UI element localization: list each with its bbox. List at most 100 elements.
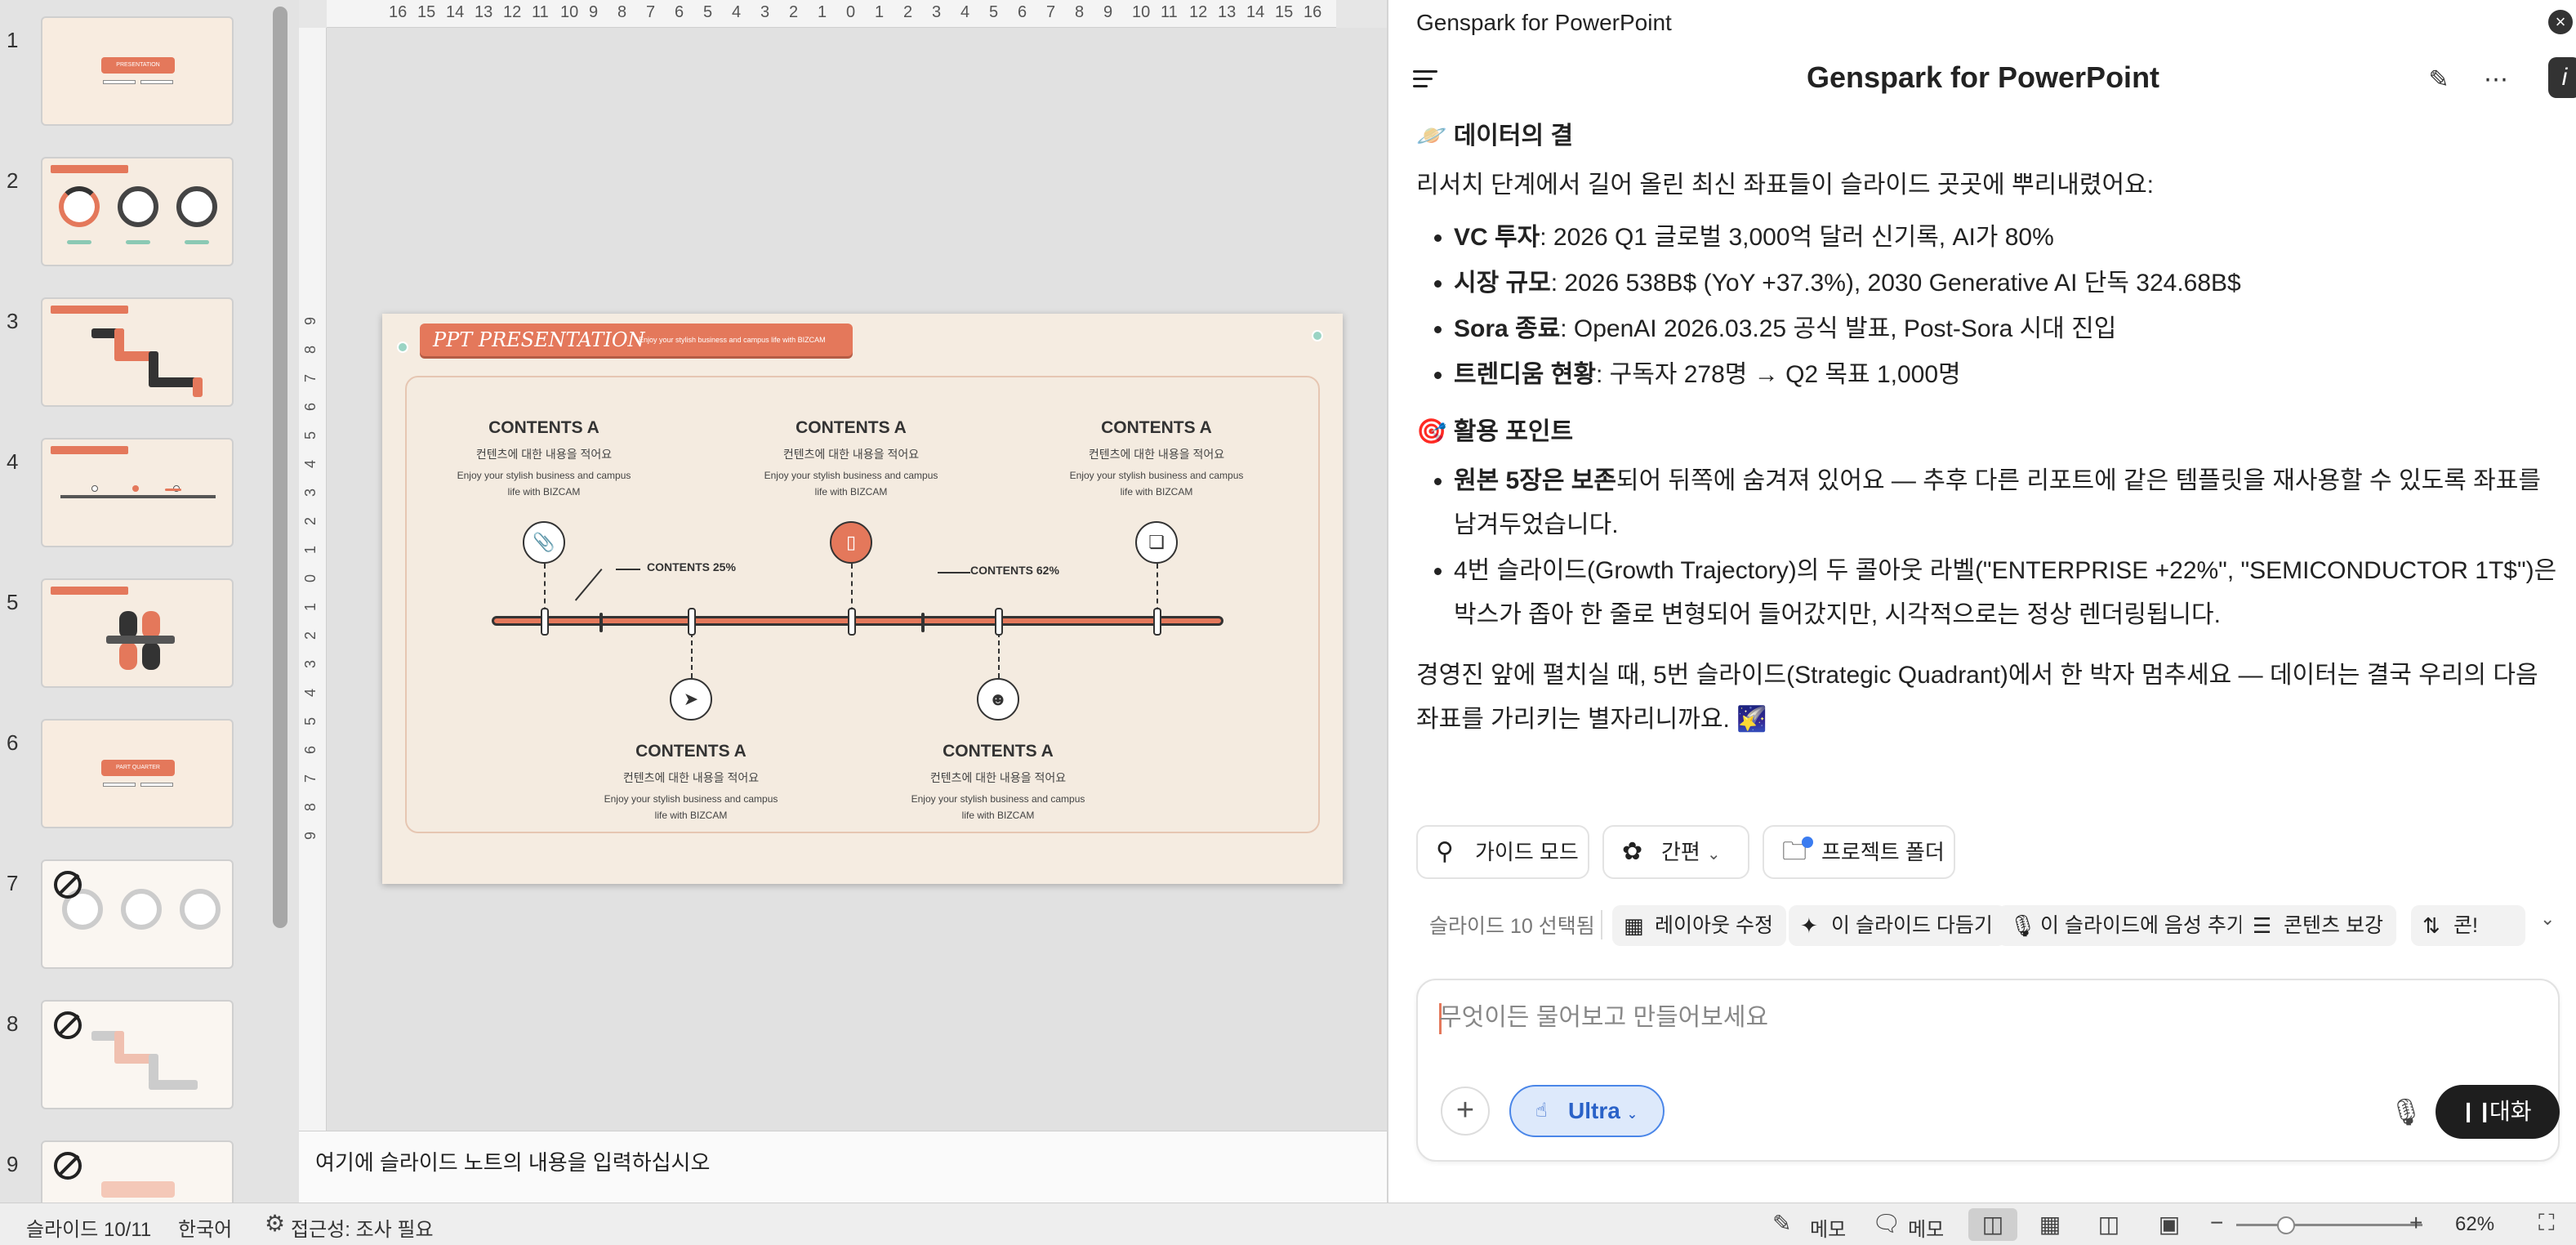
ruler-tick: 6 [675, 3, 684, 21]
zoom-out-button[interactable]: − [2210, 1210, 2223, 1236]
talk-button[interactable]: ❙❙ 대화 [2436, 1085, 2560, 1139]
thumbnail-row: 7 [0, 859, 278, 1000]
content-english: Enjoy your stylish business and campus l… [911, 793, 1085, 821]
slide-notes-area[interactable]: 여기에 슬라이드 노트의 내용을 입력하십시오 [299, 1131, 1387, 1203]
content-korean: 컨텐츠에 대한 내용을 적어요 [929, 771, 1067, 784]
slide-thumbnail-7[interactable] [41, 859, 234, 969]
add-voice-button[interactable]: 🎙 이 슬라이드에 음성 추가 [1998, 905, 2258, 946]
callout-line [616, 569, 640, 570]
divider [1601, 910, 1602, 939]
content-block[interactable]: CONTENTS A 컨텐츠에 대한 내용을 적어요 Enjoy your st… [761, 418, 941, 500]
ruler-tick: 5 [302, 717, 319, 726]
list-item: VC 투자: 2026 Q1 글로벌 3,000억 달러 신기록, AI가 80… [1454, 216, 2560, 260]
notes-toggle[interactable]: 메모 [1810, 1213, 1846, 1242]
more-icon[interactable]: ⋯ [2478, 62, 2514, 98]
slide-thumbnail-3[interactable] [41, 297, 234, 407]
zoom-level[interactable]: 62% [2455, 1213, 2494, 1236]
info-badge[interactable]: i [2548, 57, 2576, 98]
model-select-button[interactable]: ☝ Ultra ⌄ [1509, 1085, 1665, 1137]
magic-wand-icon: ✦ [1800, 913, 1818, 938]
comments-toggle[interactable]: 메모 [1908, 1213, 1944, 1242]
data-list: VC 투자: 2026 Q1 글로벌 3,000억 달러 신기록, AI가 80… [1454, 216, 2560, 397]
zoom-slider[interactable] [2236, 1224, 2422, 1226]
simple-mode-dropdown[interactable]: ✿ 간편 ⌄ [1602, 825, 1749, 879]
slide-thumbnail-8[interactable] [41, 1000, 234, 1109]
slide-thumbnail-6[interactable]: PART QUARTER [41, 719, 234, 828]
selection-status: 슬라이드 10 선택됨 [1429, 915, 1595, 938]
ruler-tick: 9 [302, 832, 319, 841]
chevron-down-icon: ⌄ [1706, 846, 1721, 863]
quick-actions-bar: 슬라이드 10 선택됨 ▦ 레이아웃 수정 ✦ 이 슬라이드 다듬기 🎙 이 슬라이드… [1416, 900, 2560, 948]
slide-thumbnail-5[interactable] [41, 578, 234, 688]
ruler-tick: 1 [302, 546, 319, 555]
thumbnail-number: 1 [7, 28, 19, 52]
current-slide[interactable]: PPT PRESENTATION Enjoy your stylish busi… [382, 314, 1343, 884]
zoom-in-button[interactable]: + [2409, 1210, 2422, 1236]
brain-icon: ✿ [1622, 838, 1643, 865]
ruler-tick: 11 [1161, 3, 1178, 21]
thumbnail-row: 4 [0, 438, 278, 578]
slide-thumbnail-pane: 1 PRESENTATION 2 3 4 5 6 PART QUARTER 7 … [0, 0, 299, 1203]
edit-layout-button[interactable]: ▦ 레이아웃 수정 [1612, 905, 1786, 946]
status-bar: 슬라이드 10/11 한국어 ⚙ 접근성: 조사 필요 ✎ 메모 🗨 메모 ◫ … [0, 1203, 2576, 1245]
ruler-tick: 6 [302, 746, 319, 755]
normal-view-button[interactable]: ◫ [1968, 1208, 2017, 1241]
slide-thumbnail-2[interactable] [41, 157, 234, 266]
project-folder-button[interactable]: 🗀 프로젝트 폴더 [1763, 825, 1955, 879]
language-indicator[interactable]: 한국어 [178, 1213, 232, 1242]
ruler-tick: 8 [617, 3, 627, 21]
polish-slide-button[interactable]: ✦ 이 슬라이드 다듬기 [1789, 905, 2006, 946]
content-title: CONTENTS A [488, 418, 599, 437]
sort-icon: ⇅ [2422, 913, 2440, 938]
chevron-down-icon: ⌄ [1626, 1108, 1638, 1122]
target-icon: 🎯 [1416, 418, 1447, 445]
slide-title-bar[interactable]: PPT PRESENTATION Enjoy your stylish busi… [420, 324, 853, 356]
zoom-slider-thumb[interactable] [2277, 1216, 2295, 1234]
content-title: CONTENTS A [635, 742, 747, 761]
thumbnail-number: 4 [7, 449, 19, 474]
chevron-down-icon[interactable]: ⌄ [2540, 908, 2555, 930]
panel-titlebar: Genspark for PowerPoint × [1388, 0, 2576, 47]
slide-thumbnail-1[interactable]: PRESENTATION [41, 16, 234, 126]
content-block[interactable]: CONTENTS A 컨텐츠에 대한 내용을 적어요 Enjoy your st… [601, 742, 781, 823]
timeline-tick [921, 613, 925, 632]
ruler-tick: 6 [302, 403, 319, 412]
ruler-tick: 4 [732, 3, 742, 21]
slide-thumbnail-9[interactable] [41, 1140, 234, 1203]
ruler-tick: 9 [302, 317, 319, 326]
note-icon: ✎ [1772, 1211, 1792, 1236]
percent-label: CONTENTS 25% [647, 560, 736, 573]
slide-thumbnail-4[interactable] [41, 438, 234, 547]
ruler-tick: 14 [1246, 3, 1265, 21]
thumbnail-row: 3 [0, 297, 278, 438]
slide-sorter-view-button[interactable]: ▦ [2026, 1208, 2075, 1241]
hidden-slide-icon [54, 871, 82, 899]
add-attachment-button[interactable]: + [1441, 1087, 1490, 1136]
paper-plane-icon: ➤ [670, 678, 712, 721]
content-block[interactable]: CONTENTS A 컨텐츠에 대한 내용을 적어요 Enjoy your st… [454, 418, 634, 500]
reading-view-button[interactable]: ◫ [2084, 1208, 2133, 1241]
guide-mode-button[interactable]: ⚲ 가이드 모드 [1416, 825, 1589, 879]
more-quick-button[interactable]: ⇅ 콘! [2411, 905, 2525, 946]
enhance-content-button[interactable]: ☰ 콘텐츠 보강 [2241, 905, 2396, 946]
section-heading: 🪐 데이터의 결 [1416, 123, 1574, 149]
slide-canvas[interactable]: PPT PRESENTATION Enjoy your stylish busi… [327, 28, 1387, 1131]
close-icon[interactable]: × [2548, 10, 2573, 34]
usage-list: 원본 5장은 보존되어 뒤쪽에 숨겨져 있어요 — 추후 다른 리포트에 같은 … [1454, 459, 2560, 637]
content-korean: 컨텐츠에 대한 내용을 적어요 [1088, 448, 1225, 461]
fit-to-window-icon[interactable]: ⛶ [2538, 1210, 2555, 1237]
ruler-tick: 5 [989, 3, 999, 21]
chat-input[interactable] [1439, 1000, 2534, 1036]
presenter-view-button[interactable]: ▣ [2145, 1208, 2194, 1241]
ruler-tick: 16 [389, 3, 408, 21]
accessibility-status[interactable]: 접근성: 조사 필요 [291, 1213, 434, 1242]
content-block[interactable]: CONTENTS A 컨텐츠에 대한 내용을 적어요 Enjoy your st… [908, 742, 1088, 823]
edit-icon[interactable]: ✎ [2421, 62, 2457, 98]
notes-placeholder: 여기에 슬라이드 노트의 내용을 입력하십시오 [315, 1150, 711, 1175]
thumbnail-number: 5 [7, 590, 19, 614]
microphone-icon[interactable]: 🎙 [2388, 1091, 2424, 1132]
ruler-tick: 5 [302, 431, 319, 440]
ruler-tick: 1 [818, 3, 827, 21]
content-block[interactable]: CONTENTS A 컨텐츠에 대한 내용을 적어요 Enjoy your st… [1067, 418, 1246, 500]
ruler-tick: 7 [302, 774, 319, 783]
